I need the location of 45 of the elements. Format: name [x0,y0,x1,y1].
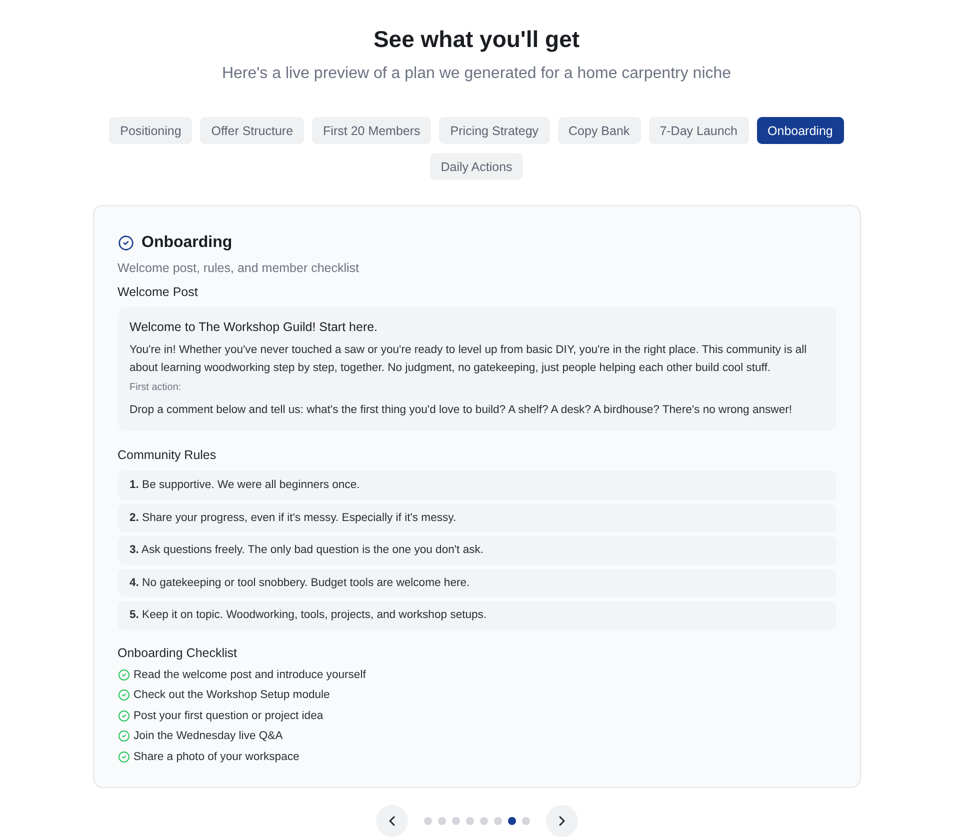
first-action-text: Drop a comment below and tell us: what's the first thing you'd love to build? A shelf? A desk? A birdhouse? There's no wrong answer! [130,403,793,418]
card-subtitle: Welcome post, rules, and member checklist [118,260,360,277]
section-heading: Welcome Post [118,284,199,301]
section-tab[interactable]: 7-Day Launch [648,117,749,144]
page-dot[interactable] [480,816,488,824]
page-dot[interactable] [522,816,530,824]
first-action-label: First action: [130,381,182,395]
checklist-item: Post your first question or project idea [134,708,324,724]
page-subtitle: Here's a live preview of a plan we generated for a home carpentry niche [222,64,732,84]
section-tab[interactable]: Positioning [109,117,192,144]
checklist-item: Read the welcome post and introduce yourself [134,668,366,682]
checklist-item: Check out the Workshop Setup module [134,688,330,703]
section-tab[interactable]: Offer Structure [200,117,304,144]
rule-item: 2. Share your progress, even if it's messy. Especially if it's messy. [118,504,836,532]
next-button[interactable] [546,804,578,836]
page-dot[interactable] [452,816,460,824]
section-tab[interactable]: Copy Bank [558,117,641,144]
page-dot[interactable] [494,816,502,824]
post-body: You're in! Whether you've never touched a saw or you're ready to level up from basic DIY, you're in the right place. This community is all about learning woodworking step by step, together. No judgment, no gatekeeping, just people helping each other build cool stuff. [130,343,808,376]
previous-button[interactable] [376,804,408,836]
check-circle-icon [118,730,130,742]
section-tab[interactable]: Daily Actions [430,153,524,180]
check-circle-icon [118,689,130,701]
section-heading: Community Rules [118,447,218,464]
check-circle-icon [118,235,134,251]
section-tab[interactable]: Pricing Strategy [439,117,550,144]
page-dot[interactable] [438,816,446,824]
checklist-item: Join the Wednesday live Q&A [134,729,283,744]
check-circle-icon [118,668,130,680]
card-title: Onboarding [142,233,232,253]
section-heading: Onboarding Checklist [118,644,238,662]
rule-item: 3. Ask questions freely. The only bad question is the one you don't ask. [118,536,836,564]
page-dot[interactable] [424,816,432,824]
page-title: See what you'll get [373,25,580,54]
check-circle-icon [118,710,130,722]
page-dot[interactable] [508,816,516,824]
rule-item: 5. Keep it on topic. Woodworking, tools, projects, and workshop setups. [118,601,836,630]
page-dot[interactable] [466,816,474,824]
post-title: Welcome to The Workshop Guild! Start here. [130,319,379,336]
check-circle-icon [118,750,130,762]
rule-item: 4. No gatekeeping or tool snobbery. Budget tools are welcome here. [118,568,836,597]
section-tab[interactable]: First 20 Members [312,117,432,144]
rule-item: 1. Be supportive. We were all beginners once. [118,471,836,500]
checklist-item: Share a photo of your workspace [134,750,300,764]
section-tab[interactable]: Onboarding [756,117,844,144]
